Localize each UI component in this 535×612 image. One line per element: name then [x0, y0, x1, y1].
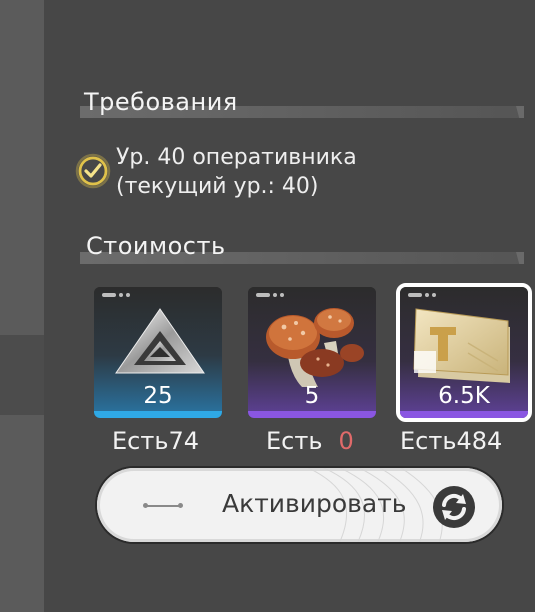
rarity-bar	[400, 411, 528, 418]
refresh-icon	[433, 486, 475, 528]
owned-count: Есть 0	[266, 427, 354, 455]
cost-title: Стоимость	[86, 232, 226, 260]
requirement-line-2: (текущий ур.: 40)	[116, 174, 319, 199]
button-decor-line	[143, 503, 183, 508]
left-panel-edge	[0, 0, 44, 612]
owned-label: Есть484	[400, 427, 503, 455]
check-circle-icon	[75, 153, 111, 189]
owned-value: 0	[338, 427, 354, 455]
owned-count: Есть484	[400, 427, 535, 455]
owned-label: Есть	[266, 427, 323, 455]
activate-button-label: Активировать	[222, 489, 407, 518]
cost-item-quantity: 6.5K	[438, 383, 490, 409]
requirement-line-1: Ур. 40 оперативника	[116, 145, 357, 170]
card-dots	[256, 293, 284, 297]
left-panel-band	[0, 335, 44, 415]
owned-label: Есть74	[112, 427, 200, 455]
card-dots	[408, 293, 436, 297]
cost-item-quantity: 25	[143, 383, 173, 409]
rarity-bar	[248, 411, 376, 418]
requirement-text: Ур. 40 оперативника (текущий ур.: 40)	[116, 143, 357, 201]
cost-item-quantity: 5	[304, 383, 320, 409]
requirements-title: Требования	[84, 88, 238, 116]
owned-count: Есть74	[112, 427, 199, 455]
card-dots	[102, 293, 130, 297]
rarity-bar	[94, 411, 222, 418]
